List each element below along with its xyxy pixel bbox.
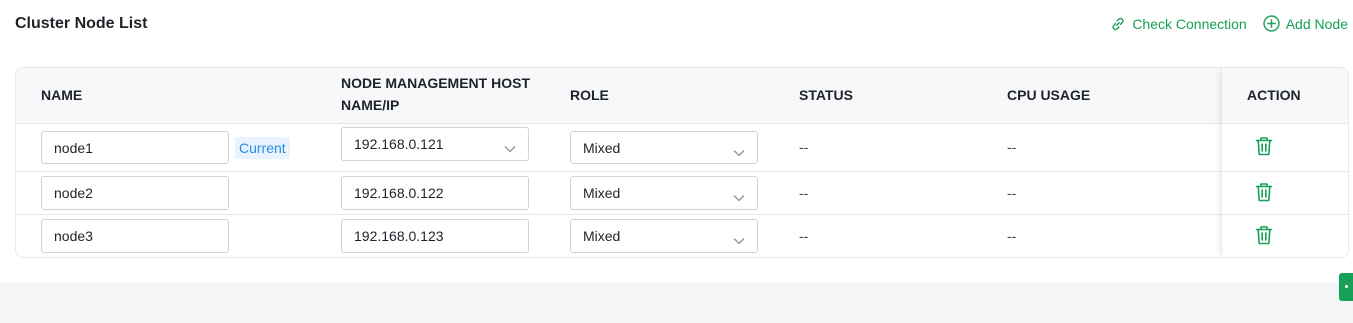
chevron-down-icon: [504, 140, 516, 156]
node-name-input[interactable]: node1: [41, 131, 229, 164]
host-select-value: 192.168.0.121: [354, 136, 444, 152]
add-node-label: Add Node: [1285, 15, 1348, 32]
role-select[interactable]: Mixed: [570, 176, 758, 210]
cpu-usage-value: --: [1007, 185, 1017, 201]
column-header-role: ROLE: [570, 87, 609, 103]
role-select[interactable]: Mixed: [570, 219, 758, 253]
table-row: node2 192.168.0.122 Mixed -- --: [16, 172, 1348, 215]
host-input[interactable]: 192.168.0.123: [341, 219, 529, 253]
plus-circle-icon: [1263, 15, 1280, 32]
check-connection-label: Check Connection: [1132, 15, 1247, 32]
table-row: node3 192.168.0.123 Mixed -- --: [16, 215, 1348, 257]
status-value: --: [799, 228, 809, 244]
header-actions: Check Connection Add Node: [1110, 15, 1348, 32]
role-select-value: Mixed: [583, 185, 621, 201]
delete-node-trash-icon[interactable]: [1255, 225, 1273, 250]
column-header-host: NODE MANAGEMENT HOST NAME/IP: [341, 72, 530, 116]
node-name-input[interactable]: node3: [41, 219, 229, 253]
column-header-status: STATUS: [799, 87, 853, 103]
page-title: Cluster Node List: [15, 15, 148, 32]
column-header-host-line1: NODE MANAGEMENT HOST: [341, 75, 530, 91]
current-badge: Current: [235, 137, 290, 159]
host-input[interactable]: 192.168.0.122: [341, 176, 529, 210]
status-value: --: [799, 139, 809, 155]
role-select-value: Mixed: [583, 139, 621, 156]
cpu-usage-value: --: [1007, 228, 1017, 244]
column-header-cpu: CPU USAGE: [1007, 87, 1091, 103]
side-panel-handle[interactable]: [1339, 273, 1353, 301]
column-header-name: NAME: [41, 87, 83, 103]
cluster-node-page: Cluster Node List Check Connection Add N…: [0, 0, 1353, 323]
cpu-usage-value: --: [1007, 139, 1017, 155]
chevron-down-icon: [733, 232, 745, 248]
chevron-down-icon: [733, 189, 745, 205]
check-connection-button[interactable]: Check Connection: [1110, 15, 1247, 32]
delete-node-trash-icon[interactable]: [1255, 136, 1273, 161]
column-header-host-line2: NAME/IP: [341, 97, 400, 113]
table-row: node1 Current 192.168.0.121 Mixed -- --: [16, 124, 1348, 172]
role-select-value: Mixed: [583, 228, 621, 244]
node-name-input[interactable]: node2: [41, 176, 229, 210]
node-table: NAME NODE MANAGEMENT HOST NAME/IP ROLE S…: [15, 67, 1349, 258]
link-icon: [1110, 16, 1126, 32]
action-column: [1221, 68, 1348, 257]
add-node-button[interactable]: Add Node: [1263, 15, 1348, 32]
table-header: NAME NODE MANAGEMENT HOST NAME/IP ROLE S…: [16, 68, 1348, 124]
chevron-down-icon: [733, 144, 745, 160]
bottom-divider-area: [0, 282, 1353, 323]
status-value: --: [799, 185, 809, 201]
delete-node-trash-icon[interactable]: [1255, 182, 1273, 207]
host-select[interactable]: 192.168.0.121: [341, 127, 529, 161]
role-select[interactable]: Mixed: [570, 131, 758, 164]
